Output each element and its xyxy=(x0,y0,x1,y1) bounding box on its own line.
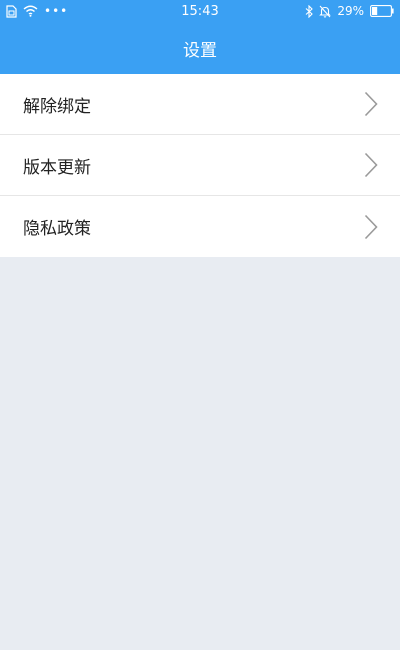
bluetooth-icon xyxy=(305,4,314,18)
status-bar: ••• 15:43 29% xyxy=(0,0,400,22)
menu-item-privacy-policy[interactable]: 隐私政策 xyxy=(0,196,400,257)
settings-screen: ••• 15:43 29% 设置 解除绑定 版本更新 隐私政策 xyxy=(0,0,400,650)
top-bar: ••• 15:43 29% 设置 xyxy=(0,0,400,74)
menu-item-label: 隐私政策 xyxy=(23,219,91,239)
chevron-right-icon xyxy=(364,152,378,178)
page-title: 设置 xyxy=(183,40,217,61)
mute-bell-icon xyxy=(319,5,332,18)
battery-percent: 29% xyxy=(337,4,364,18)
battery-icon xyxy=(370,5,394,17)
status-time: 15:43 xyxy=(181,3,219,19)
chevron-right-icon xyxy=(364,91,378,117)
chevron-right-icon xyxy=(364,214,378,240)
title-bar: 设置 xyxy=(0,22,400,74)
settings-menu-list: 解除绑定 版本更新 隐私政策 xyxy=(0,74,400,257)
status-left-group: ••• xyxy=(6,4,136,18)
wifi-icon xyxy=(23,5,38,17)
status-right-group: 29% xyxy=(264,4,394,18)
sim-icon xyxy=(6,4,17,18)
menu-item-unbind[interactable]: 解除绑定 xyxy=(0,74,400,135)
more-dots-icon: ••• xyxy=(44,4,69,18)
menu-item-version-update[interactable]: 版本更新 xyxy=(0,135,400,196)
menu-item-label: 解除绑定 xyxy=(23,96,91,117)
menu-item-label: 版本更新 xyxy=(23,157,91,178)
